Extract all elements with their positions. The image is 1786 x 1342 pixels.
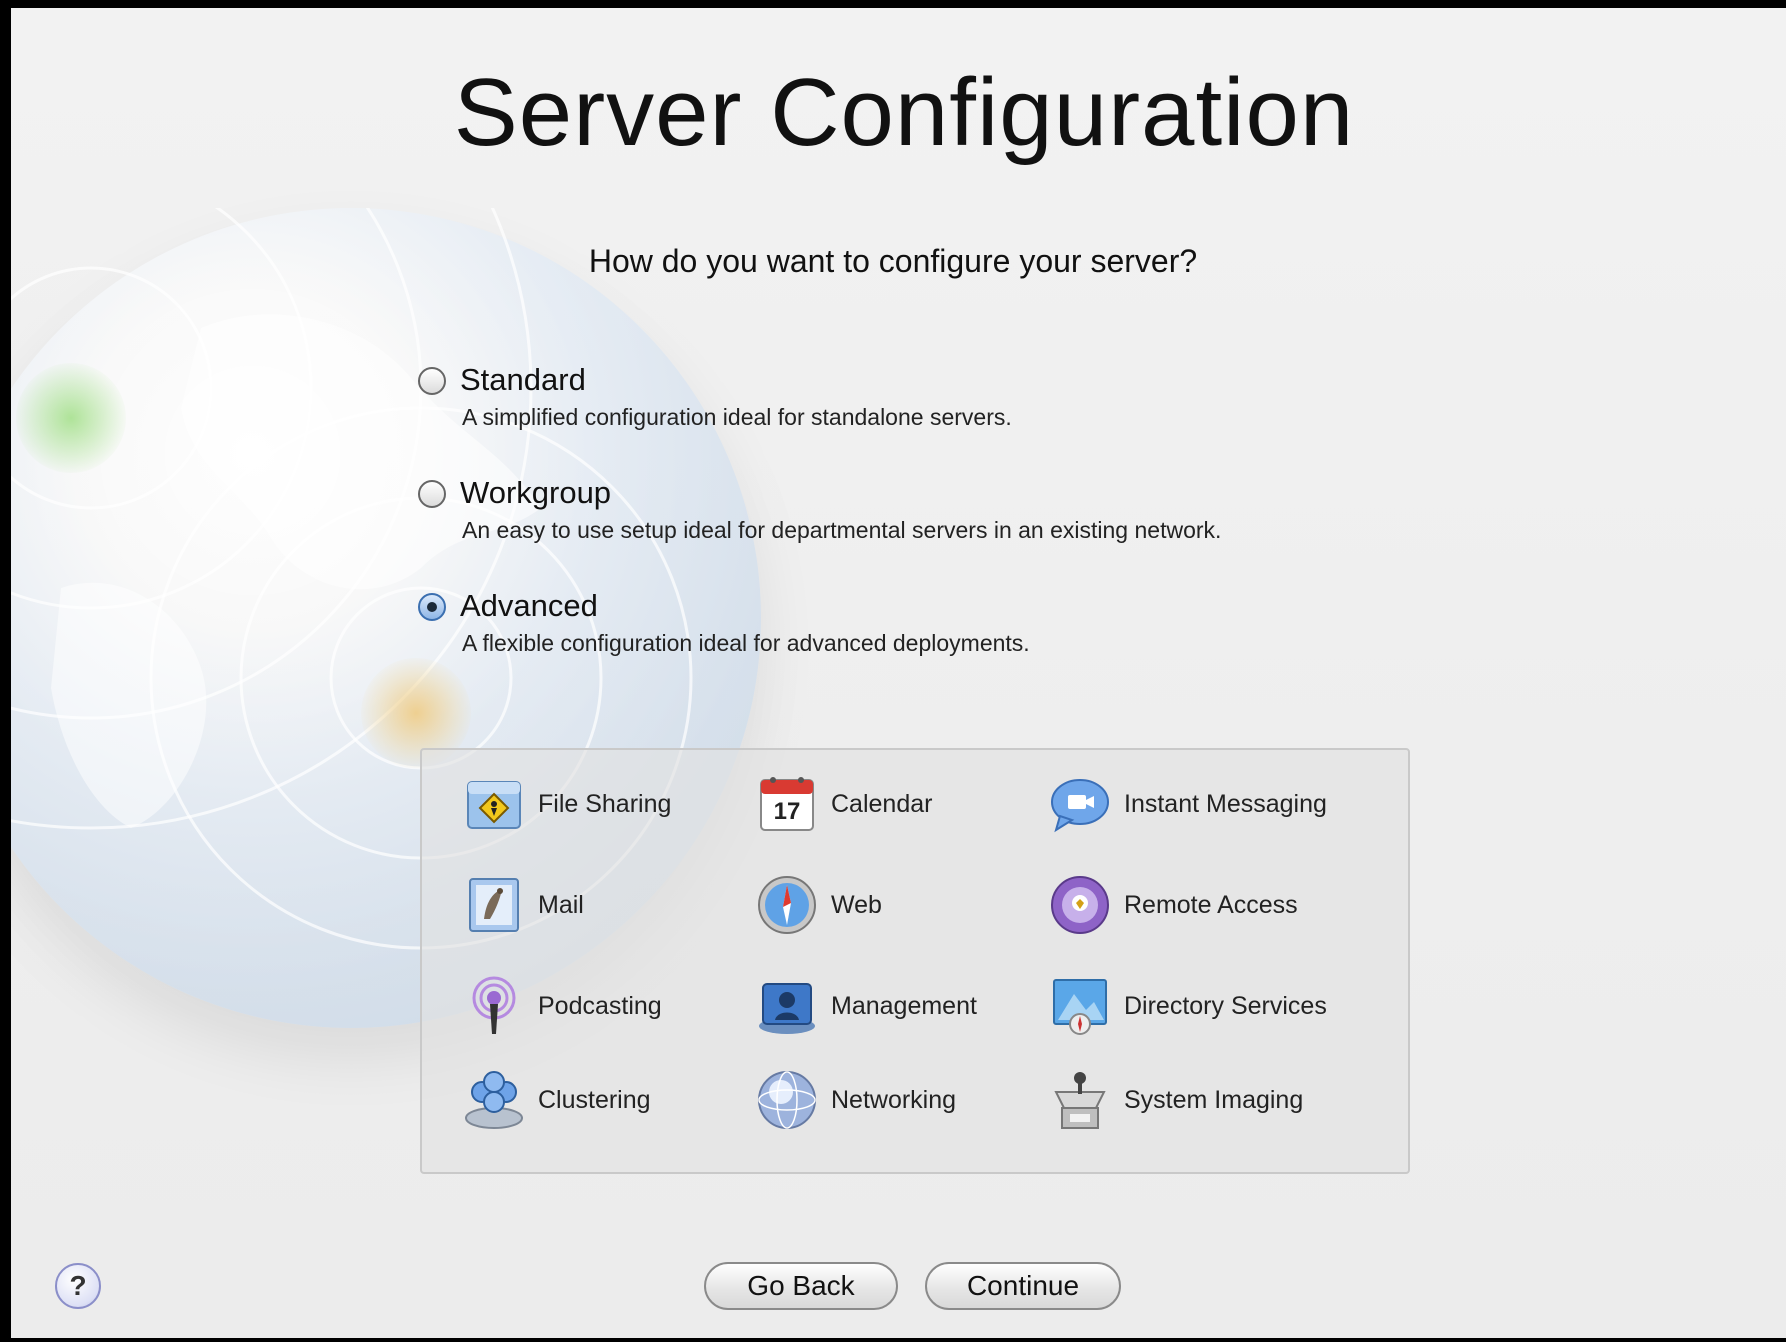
continue-button[interactable]: Continue	[925, 1262, 1121, 1310]
option-label: Workgroup	[460, 475, 612, 510]
page-title: Server Configuration	[453, 59, 1355, 166]
remote-access-icon	[1051, 876, 1109, 934]
service-label: System Imaging	[1124, 1086, 1304, 1114]
workgroup-radio[interactable]	[418, 480, 446, 508]
service-label: Management	[831, 992, 977, 1020]
option-label: Standard	[460, 362, 586, 397]
service-label: Directory Services	[1124, 992, 1327, 1020]
service-label: Instant Messaging	[1124, 790, 1327, 818]
service-label: File Sharing	[538, 790, 672, 818]
web-icon	[758, 876, 816, 934]
system-imaging-icon	[1054, 1072, 1106, 1129]
configuration-question: How do you want to configure your server…	[588, 243, 1198, 279]
service-label: Podcasting	[538, 992, 662, 1020]
option-description: A simplified configuration ideal for sta…	[462, 404, 1012, 430]
option-label: Advanced	[460, 588, 598, 623]
service-label: Remote Access	[1124, 891, 1298, 919]
service-label: Calendar	[831, 790, 933, 818]
clustering-icon	[465, 1071, 523, 1129]
networking-icon	[758, 1071, 816, 1129]
instant-messaging-icon	[1051, 779, 1109, 833]
podcasting-icon	[472, 976, 516, 1034]
service-label: Networking	[831, 1086, 957, 1114]
go-back-button[interactable]: Go Back	[704, 1262, 898, 1310]
option-description: A flexible configuration ideal for advan…	[462, 630, 1030, 656]
standard-radio[interactable]	[418, 367, 446, 395]
services-panel: File Sharing 17 Calendar Instant Messagi…	[420, 748, 1410, 1174]
management-icon	[759, 983, 815, 1034]
directory-services-icon	[1053, 979, 1107, 1035]
calendar-icon-date: 17	[773, 798, 801, 825]
service-label: Web	[831, 891, 882, 919]
service-label: Mail	[538, 891, 584, 919]
help-button[interactable]: ?	[55, 1263, 101, 1309]
file-sharing-icon	[467, 781, 521, 829]
advanced-radio[interactable]	[418, 593, 446, 621]
service-label: Clustering	[538, 1086, 651, 1114]
option-description: An easy to use setup ideal for departmen…	[462, 517, 1222, 543]
mail-icon	[469, 878, 519, 932]
